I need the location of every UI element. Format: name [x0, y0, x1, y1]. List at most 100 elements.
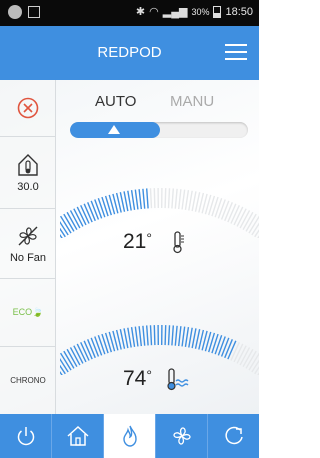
- dial-tick: [224, 202, 233, 222]
- dial-tick: [134, 326, 139, 347]
- menu-button[interactable]: [225, 44, 247, 62]
- status-bar: ✱ ◠ ▂▄▆ 30% 18:50: [0, 0, 259, 26]
- humidity-unit: °: [146, 367, 152, 383]
- dial-tick: [167, 325, 171, 346]
- dial-tick: [167, 188, 171, 209]
- chrono-label: CHRONO: [10, 376, 46, 385]
- bottom-nav: [0, 414, 259, 458]
- nav-heating[interactable]: [104, 414, 156, 458]
- leaf-icon: 🍃: [32, 307, 44, 317]
- signal-icon: ▂▄▆: [162, 6, 188, 18]
- dial-tick: [191, 191, 197, 212]
- mode-auto-label[interactable]: AUTO: [95, 93, 136, 110]
- dial-tick: [80, 342, 90, 361]
- sensor-temperature: 30.0: [17, 180, 39, 193]
- dial-tick: [171, 188, 175, 209]
- nav-refresh[interactable]: [208, 414, 259, 458]
- image-icon: [28, 6, 40, 18]
- temperature-value: 21: [123, 230, 147, 253]
- dial-tick: [164, 325, 167, 346]
- dial-tick: [127, 327, 132, 348]
- app-title: REDPOD: [97, 44, 162, 61]
- dial-tick: [227, 340, 237, 360]
- humidity-value: 74: [123, 367, 147, 390]
- dial-tick: [220, 337, 230, 357]
- fan-status[interactable]: No Fan: [0, 209, 56, 279]
- notification-icon: [8, 5, 22, 19]
- battery-icon: [213, 5, 222, 18]
- battery-percent: 30%: [191, 6, 210, 17]
- dial-tick: [94, 336, 103, 356]
- dial-tick: [145, 325, 149, 346]
- mode-slider[interactable]: [70, 122, 248, 138]
- power-icon: [17, 427, 34, 446]
- chrono-button[interactable]: CHRONO: [0, 347, 56, 414]
- thermometer-humidity-icon: [167, 368, 189, 391]
- main-panel: 30.0 No Fan ECO🍃 CHRONO AUTO MANU 21° 74…: [0, 80, 259, 414]
- dial-tick: [142, 188, 146, 209]
- flame-icon: [122, 425, 137, 447]
- sidebar: 30.0 No Fan ECO🍃 CHRONO: [0, 80, 56, 414]
- dial-tick: [142, 325, 146, 346]
- dial-tick: [217, 336, 226, 356]
- dial-tick: [174, 325, 178, 346]
- dial-tick: [123, 328, 129, 349]
- dial-tick: [130, 327, 136, 348]
- nav-power[interactable]: [0, 414, 52, 458]
- dial-tick: [188, 327, 193, 348]
- dial-tick: [184, 327, 190, 348]
- temperature-unit: °: [146, 230, 152, 246]
- dial-tick: [233, 206, 244, 226]
- dial-tick: [76, 206, 87, 226]
- dial-tick: [174, 188, 178, 209]
- dial-tick: [181, 189, 186, 210]
- dial-tick: [177, 189, 182, 210]
- dial-tick: [87, 339, 96, 359]
- nav-fan[interactable]: [156, 414, 208, 458]
- nav-home[interactable]: [52, 414, 104, 458]
- dial-tick: [76, 343, 87, 363]
- dial-tick: [90, 337, 100, 357]
- dial-tick: [149, 325, 153, 346]
- dial-tick: [220, 200, 230, 220]
- dial-tick: [164, 188, 167, 209]
- dial-tick: [177, 326, 182, 347]
- dial-tick: [127, 190, 132, 211]
- bluetooth-icon: ✱: [135, 6, 146, 18]
- temperature-sensor[interactable]: 30.0: [0, 137, 56, 209]
- humidity-readout: 74°: [123, 367, 152, 391]
- dial-tick: [134, 189, 139, 210]
- home-icon: [66, 425, 89, 446]
- dial-tick: [181, 326, 186, 347]
- dial-tick: [188, 190, 193, 211]
- menu-icon: [225, 44, 247, 46]
- dial-tick: [90, 200, 100, 220]
- dial-tick: [149, 188, 153, 209]
- dial-tick: [138, 189, 143, 210]
- temperature-readout: 21°: [123, 230, 152, 254]
- close-circle-icon: [17, 97, 39, 119]
- fan-label: No Fan: [9, 251, 47, 264]
- refresh-icon: [224, 426, 243, 445]
- wifi-icon: ◠: [149, 6, 159, 18]
- dial-tick: [123, 191, 129, 212]
- humidity-dial[interactable]: [60, 305, 259, 375]
- dial-tick: [138, 326, 143, 347]
- dial-tick: [153, 188, 156, 209]
- temperature-dial[interactable]: [60, 168, 259, 238]
- dial-tick: [130, 190, 136, 211]
- slider-thumb-icon[interactable]: [108, 125, 120, 134]
- dial-tick: [227, 203, 237, 223]
- fan-icon: [172, 427, 191, 445]
- dial-tick: [153, 325, 156, 346]
- off-button[interactable]: [0, 80, 56, 137]
- app-header: REDPOD: [0, 26, 259, 80]
- fan-off-icon: [18, 226, 38, 245]
- eco-label: ECO: [12, 307, 33, 317]
- eco-button[interactable]: ECO🍃: [0, 279, 56, 347]
- thermometer-icon: [173, 231, 184, 254]
- dial-tick: [83, 203, 93, 223]
- dial-tick: [230, 342, 240, 361]
- mode-manu-label[interactable]: MANU: [170, 93, 214, 110]
- dial-tick: [217, 199, 226, 219]
